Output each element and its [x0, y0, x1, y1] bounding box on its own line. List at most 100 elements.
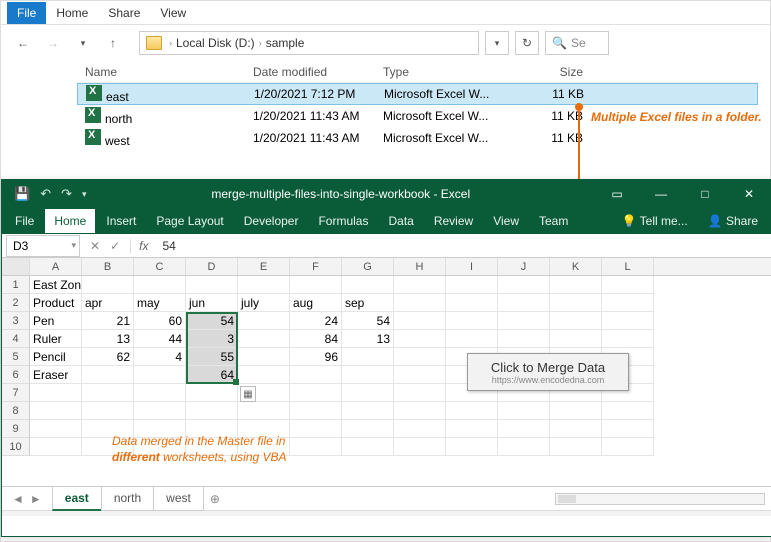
col-header[interactable]: C: [134, 258, 186, 275]
cell[interactable]: [446, 294, 498, 312]
add-sheet-button[interactable]: ⊕: [203, 492, 227, 506]
save-icon[interactable]: 💾: [14, 186, 30, 202]
up-button[interactable]: ↑: [99, 29, 127, 57]
cell[interactable]: [394, 312, 446, 330]
col-header[interactable]: D: [186, 258, 238, 275]
cancel-icon[interactable]: ✕: [90, 239, 100, 253]
cell[interactable]: 60: [134, 312, 186, 330]
cell[interactable]: 84: [290, 330, 342, 348]
cell[interactable]: jun: [186, 294, 238, 312]
ribbon-tab-share[interactable]: Share: [98, 2, 150, 24]
cell[interactable]: [394, 366, 446, 384]
cell[interactable]: [550, 438, 602, 456]
cell[interactable]: Pencil: [30, 348, 82, 366]
ribbon-pagelayout[interactable]: Page Layout: [147, 209, 232, 233]
refresh-button[interactable]: ↻: [515, 31, 539, 55]
minimize-button[interactable]: —: [639, 180, 683, 208]
breadcrumb-drive[interactable]: Local Disk (D:): [176, 36, 255, 50]
cell[interactable]: [342, 366, 394, 384]
sheet-tab-west[interactable]: west: [153, 487, 204, 511]
enter-icon[interactable]: ✓: [110, 239, 120, 253]
col-header[interactable]: K: [550, 258, 602, 275]
cell[interactable]: [602, 438, 654, 456]
col-size[interactable]: Size: [523, 65, 583, 79]
cell[interactable]: 21: [82, 312, 134, 330]
cell[interactable]: sep: [342, 294, 394, 312]
sheet-prev-icon[interactable]: ◄: [12, 492, 24, 506]
cell[interactable]: [498, 330, 550, 348]
cell[interactable]: [134, 276, 186, 294]
cell[interactable]: [290, 384, 342, 402]
ribbon-tab-home[interactable]: Home: [46, 2, 98, 24]
address-dropdown[interactable]: ▾: [485, 31, 509, 55]
address-bar[interactable]: › Local Disk (D:) › sample: [139, 31, 479, 55]
cell[interactable]: [602, 330, 654, 348]
ribbon-team[interactable]: Team: [530, 209, 577, 233]
col-header[interactable]: I: [446, 258, 498, 275]
cell[interactable]: [238, 312, 290, 330]
cell[interactable]: [134, 402, 186, 420]
ribbon-data[interactable]: Data: [379, 209, 422, 233]
cell[interactable]: [602, 294, 654, 312]
cell[interactable]: [342, 276, 394, 294]
cell[interactable]: [602, 420, 654, 438]
cell[interactable]: [342, 402, 394, 420]
cell[interactable]: [238, 402, 290, 420]
cell[interactable]: [30, 438, 82, 456]
breadcrumb-folder[interactable]: sample: [266, 36, 305, 50]
cell[interactable]: apr: [82, 294, 134, 312]
cell[interactable]: [498, 420, 550, 438]
cell[interactable]: 62: [82, 348, 134, 366]
share-button[interactable]: 👤 Share: [699, 209, 767, 233]
row-header[interactable]: 9: [2, 420, 30, 438]
close-button[interactable]: ✕: [727, 180, 771, 208]
cell[interactable]: 54: [186, 312, 238, 330]
row-header[interactable]: 2: [2, 294, 30, 312]
quick-analysis-icon[interactable]: ▦: [240, 386, 256, 402]
cell[interactable]: [134, 384, 186, 402]
cell[interactable]: Pen: [30, 312, 82, 330]
sheet-tab-east[interactable]: east: [52, 487, 102, 511]
cell[interactable]: [550, 402, 602, 420]
name-box[interactable]: D3 ▾: [6, 235, 80, 257]
col-date[interactable]: Date modified: [245, 65, 375, 79]
ribbon-review[interactable]: Review: [425, 209, 482, 233]
cell[interactable]: [238, 366, 290, 384]
cell[interactable]: [498, 402, 550, 420]
cell[interactable]: [446, 420, 498, 438]
col-header[interactable]: J: [498, 258, 550, 275]
ribbon-developer[interactable]: Developer: [235, 209, 308, 233]
cell[interactable]: Eraser: [30, 366, 82, 384]
cell[interactable]: [186, 402, 238, 420]
ribbon-tab-file[interactable]: File: [7, 2, 46, 24]
col-header[interactable]: G: [342, 258, 394, 275]
tell-me[interactable]: 💡 Tell me...: [613, 209, 697, 233]
cell[interactable]: East Zone: [30, 276, 82, 294]
cell[interactable]: [394, 384, 446, 402]
file-row[interactable]: west1/20/2021 11:43 AMMicrosoft Excel W.…: [77, 127, 758, 149]
cell[interactable]: 96: [290, 348, 342, 366]
cell[interactable]: [186, 276, 238, 294]
cell[interactable]: [290, 366, 342, 384]
cell[interactable]: [446, 438, 498, 456]
cell[interactable]: [446, 330, 498, 348]
ribbon-insert[interactable]: Insert: [97, 209, 145, 233]
cell[interactable]: aug: [290, 294, 342, 312]
ribbon-formulas[interactable]: Formulas: [309, 209, 377, 233]
row-header[interactable]: 8: [2, 402, 30, 420]
cell[interactable]: [134, 366, 186, 384]
cell[interactable]: [342, 348, 394, 366]
cell[interactable]: 13: [82, 330, 134, 348]
cell[interactable]: 24: [290, 312, 342, 330]
cell[interactable]: [82, 276, 134, 294]
ribbon-home[interactable]: Home: [45, 209, 95, 233]
cell[interactable]: [238, 348, 290, 366]
cell[interactable]: [290, 420, 342, 438]
cell[interactable]: [394, 330, 446, 348]
cell[interactable]: Product: [30, 294, 82, 312]
sheet-next-icon[interactable]: ►: [30, 492, 42, 506]
cell[interactable]: 4: [134, 348, 186, 366]
recent-dropdown[interactable]: ▾: [69, 29, 97, 57]
redo-icon[interactable]: ↷: [61, 186, 72, 202]
horizontal-scrollbar[interactable]: [555, 493, 765, 505]
